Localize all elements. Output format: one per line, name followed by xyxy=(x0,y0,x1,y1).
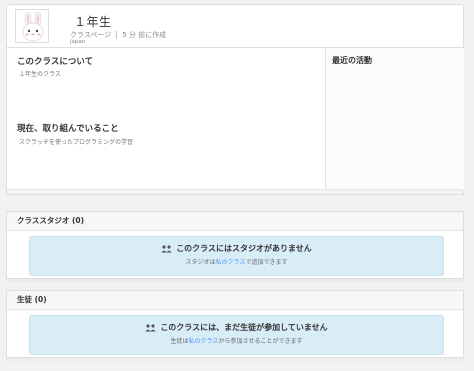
activity-column: 最近の活動 xyxy=(325,48,464,190)
activity-heading: 最近の活動 xyxy=(332,56,372,65)
students-empty-message: このクラスには、まだ生徒が参加していません 生徒は私のクラスから参加させることが… xyxy=(29,315,444,355)
studios-count: (0) xyxy=(71,216,85,225)
students-empty-subtitle: 生徒は私のクラスから参加させることができます xyxy=(30,336,443,345)
people-icon xyxy=(145,323,157,331)
class-title: １年生 xyxy=(74,15,112,29)
students-empty-title-row: このクラスには、まだ生徒が参加していません xyxy=(30,322,443,333)
studios-empty-post: で追加できます xyxy=(245,259,288,266)
about-heading: このクラスについて xyxy=(17,57,94,67)
meta-divider xyxy=(116,31,118,39)
class-info-card: このクラスについて １年生のクラス 現在、取り組んでいること スクラッチを使った… xyxy=(6,47,464,195)
my-classes-link[interactable]: 私のクラス xyxy=(189,338,219,345)
card-footer xyxy=(7,189,463,194)
studios-empty-subtitle: スタジオは私のクラスで追加できます xyxy=(30,257,443,266)
students-section-footer xyxy=(6,358,464,361)
studios-heading: クラススタジオ xyxy=(17,216,70,225)
students-heading: 生徒 xyxy=(17,295,32,304)
students-empty-pre: 生徒は xyxy=(170,338,189,345)
country-label: Japan xyxy=(70,39,86,45)
class-avatar xyxy=(15,9,49,43)
studios-empty-title-row: このクラスにはスタジオがありません xyxy=(30,243,443,254)
students-empty-title: このクラスには、まだ生徒が参加していません xyxy=(160,323,328,332)
class-page: １年生 クラスページ 5 分 前に作成 Japan このクラスについて １年生の… xyxy=(0,0,474,371)
studios-empty-pre: スタジオは xyxy=(185,259,216,266)
studios-empty-message: このクラスにはスタジオがありません スタジオは私のクラスで追加できます xyxy=(29,236,444,276)
people-icon xyxy=(161,244,172,252)
created-time: 5 分 前に作成 xyxy=(122,31,167,39)
working-on-heading: 現在、取り組んでいること xyxy=(17,124,119,134)
studios-section-footer xyxy=(6,279,464,282)
rabbit-avatar-icon xyxy=(22,11,44,42)
working-on-text: スクラッチを使ったプログラミングの学習 xyxy=(19,139,134,146)
my-classes-link[interactable]: 私のクラス xyxy=(216,259,246,266)
studios-empty-title: このクラスにはスタジオがありません xyxy=(176,244,312,253)
students-empty-post: から参加させることができます xyxy=(218,338,303,345)
about-text: １年生のクラス xyxy=(19,71,61,78)
students-count: (0) xyxy=(34,295,47,304)
studios-header: クラススタジオ (0) xyxy=(7,212,463,231)
about-column: このクラスについて １年生のクラス 現在、取り組んでいること スクラッチを使った… xyxy=(7,48,325,190)
class-header: １年生 クラスページ 5 分 前に作成 Japan xyxy=(6,4,464,48)
students-header: 生徒 (0) xyxy=(7,291,463,310)
students-section: 生徒 (0) このクラスには、まだ生徒が参加していません 生徒は私のクラスから参… xyxy=(6,290,464,358)
studios-section: クラススタジオ (0) このクラスにはスタジオがありません スタジオは私のクラス… xyxy=(6,211,464,279)
